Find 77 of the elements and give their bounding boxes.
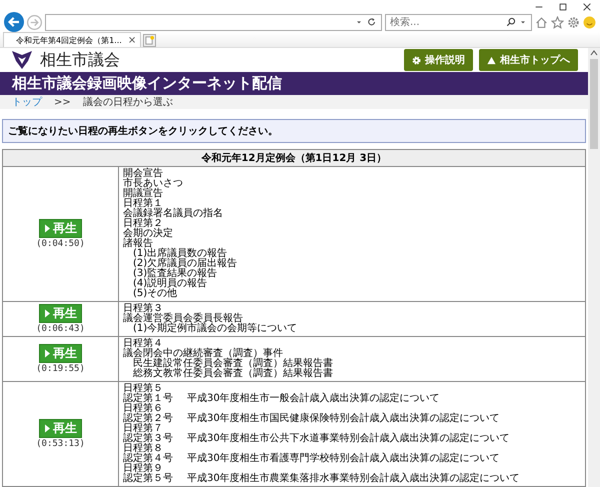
agenda-item: 日程第９	[123, 464, 163, 474]
new-tab-button[interactable]	[143, 34, 156, 47]
header-button[interactable]: 相生市トップへ	[479, 49, 578, 72]
refresh-icon[interactable]	[367, 17, 377, 27]
table-title: 令和元年12月定例会（第1日12月 3日）	[2, 150, 586, 166]
maximize-icon[interactable]	[558, 2, 568, 12]
agenda-item: 民生建設常任委員会審査（調査）結果報告書	[133, 359, 333, 369]
agenda-item: 認定第３号	[123, 434, 173, 444]
agenda-item: 開会宣告	[123, 169, 163, 179]
tab-close-button[interactable]: ×	[128, 34, 136, 46]
browser-tab[interactable]: 令和元年第4回定例会（第1... ×	[3, 32, 142, 47]
agenda-item: (4)説明員の報告	[133, 279, 208, 289]
agenda-title: 平成30年度相生市公共下水道事業特別会計歳入歳出決算の認定について	[187, 434, 510, 444]
duration: (0:04:50)	[35, 239, 86, 249]
agenda-item: 会期の決定	[123, 229, 173, 239]
search-bar[interactable]: 検索...	[385, 14, 532, 30]
breadcrumb-link[interactable]: トップ	[12, 95, 42, 109]
address-field[interactable]	[45, 14, 382, 30]
agenda-item: 認定第４号	[123, 454, 173, 464]
agenda-item: 日程第２	[123, 219, 163, 229]
scrollbar-thumb[interactable]	[590, 59, 598, 149]
agenda-item: 市長あいさつ	[123, 179, 183, 189]
agenda-item: (1)今期定例市議会の会期等について	[133, 324, 298, 334]
play-icon	[44, 349, 51, 358]
agenda-item: (2)欠席議員の届出報告	[133, 259, 238, 269]
agenda-item: 議会閉会中の継続審査（調査）事件	[123, 349, 283, 359]
agenda-item: 日程第５	[123, 384, 163, 394]
agenda-title: 平成30年度相生市一般会計歳入歳出決算の認定について	[187, 394, 440, 404]
tab-title: 令和元年第4回定例会（第1...	[16, 34, 122, 46]
duration: (0:06:43)	[35, 324, 86, 334]
agenda-title: 平成30年度相生市国民健康保険特別会計歳入歳出決算の認定について	[187, 414, 500, 424]
scrollbar[interactable]	[588, 48, 600, 487]
duration: (0:19:55)	[35, 364, 86, 374]
agenda-item: (1)出席議員数の報告	[133, 249, 228, 259]
close-icon[interactable]	[582, 2, 592, 12]
new-tab-icon	[145, 36, 154, 45]
star-icon[interactable]	[551, 16, 564, 28]
agenda-item: 認定第５号	[123, 474, 173, 484]
agenda-item: 諸報告	[123, 239, 153, 249]
smiley-icon[interactable]	[583, 16, 596, 28]
agenda-item: 議会運営委員会委員長報告	[123, 314, 243, 324]
agenda-item: 日程第７	[123, 424, 163, 434]
agenda-item: 開議宣告	[123, 189, 163, 199]
agenda-item: 日程第１	[123, 199, 163, 209]
play-button[interactable]: 再生	[39, 219, 82, 238]
agenda-item: 日程第４	[123, 339, 163, 349]
play-icon	[44, 224, 51, 233]
duration: (0:53:13)	[35, 439, 86, 449]
agenda-item: 認定第２号	[123, 414, 173, 424]
agenda-item: 日程第８	[123, 444, 163, 454]
play-button[interactable]: 再生	[39, 344, 82, 363]
play-button[interactable]: 再生	[39, 419, 82, 438]
search-icon[interactable]	[506, 17, 516, 27]
agenda-item: (5)その他	[133, 289, 178, 299]
agenda-item: 日程第６	[123, 404, 163, 414]
logo-icon	[10, 49, 34, 72]
agenda-item: 認定第１号	[123, 394, 173, 404]
back-icon[interactable]	[4, 12, 24, 32]
banner-title: 相生市議会録画映像インターネット配信	[12, 74, 282, 94]
instruction-notice: ご覧になりたい日程の再生ボタンをクリックしてください。	[2, 119, 586, 143]
site-name: 相生市議会	[40, 50, 121, 71]
agenda-title: 平成30年度相生市農業集落排水事業特別会計歳入歳出決算の認定について	[187, 474, 520, 484]
breadcrumb-current: 議会の日程から選ぶ	[82, 96, 173, 109]
play-icon	[44, 309, 51, 318]
gear-icon	[412, 56, 421, 65]
play-icon	[44, 424, 51, 433]
play-button[interactable]: 再生	[39, 304, 82, 323]
warning-icon	[487, 56, 496, 65]
agenda-item: 日程第３	[123, 304, 163, 314]
agenda-item: (3)監査結果の報告	[133, 269, 218, 279]
scroll-up-icon[interactable]	[590, 50, 598, 56]
agenda-title: 平成30年度相生市看護専門学校特別会計歳入歳出決算の認定について	[187, 454, 500, 464]
home-icon[interactable]	[535, 16, 548, 28]
agenda-item: 総務文教常任委員会審査（調査）結果報告書	[133, 369, 333, 379]
breadcrumb-separator: >>	[54, 96, 71, 108]
agenda-item: 会議録署名議員の指名	[123, 209, 223, 219]
header-button[interactable]: 操作説明	[404, 49, 473, 72]
